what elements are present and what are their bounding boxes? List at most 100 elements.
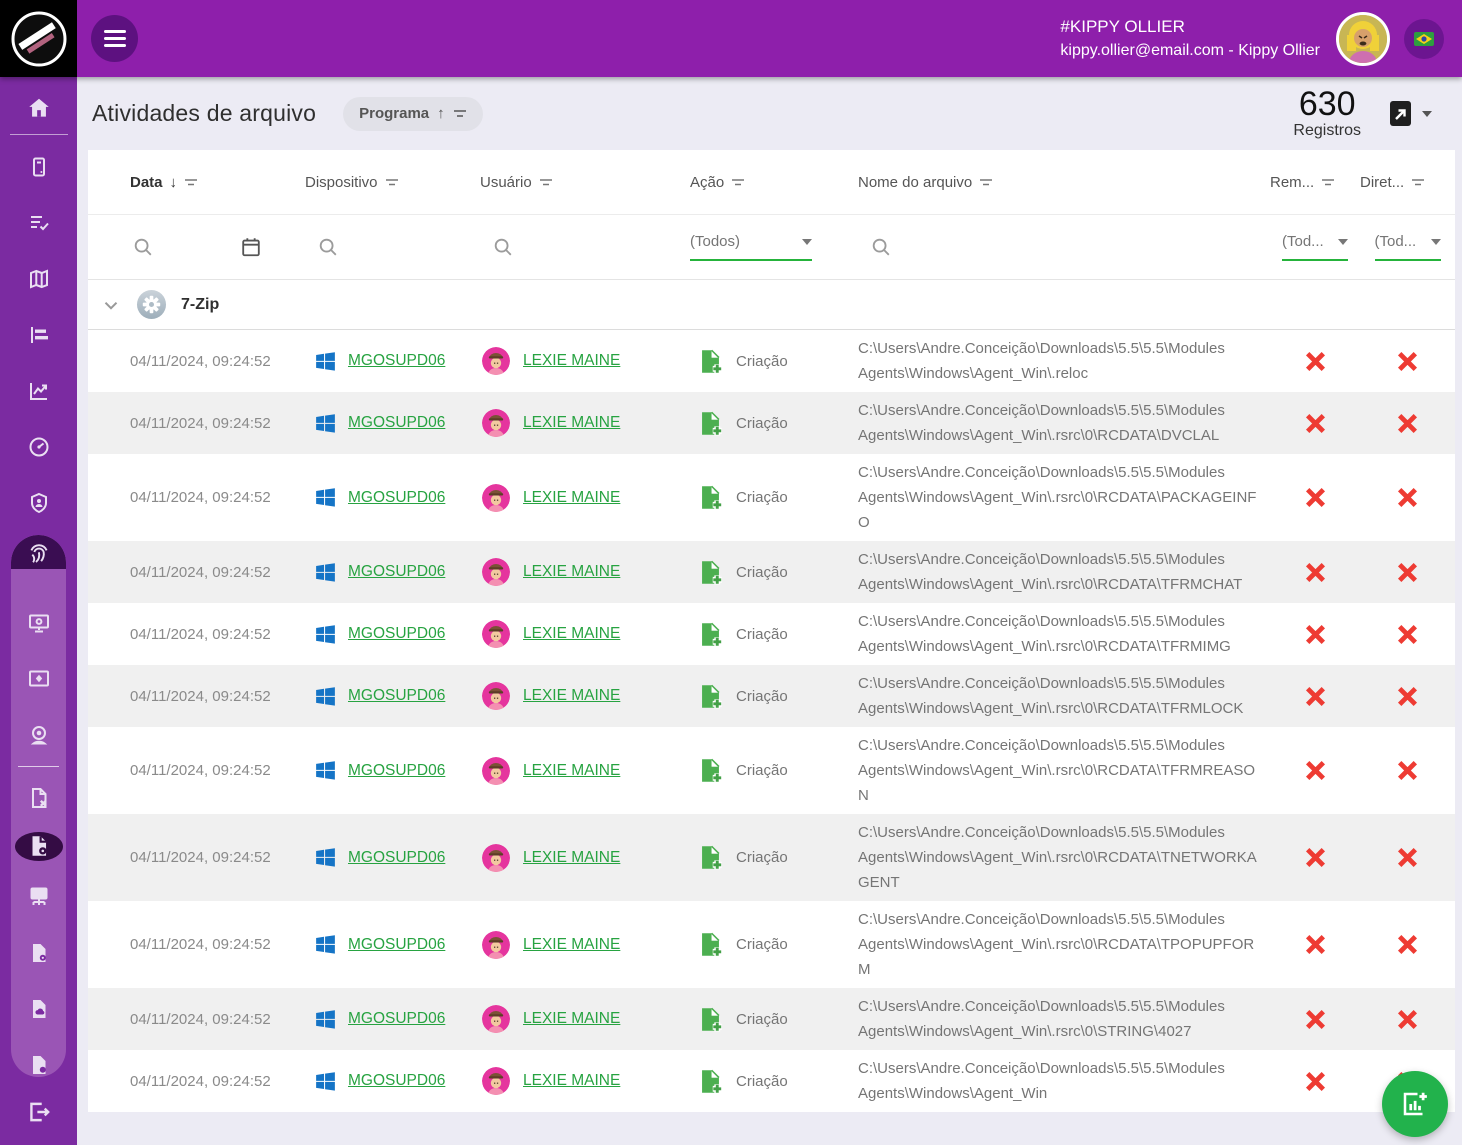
search-icon[interactable] bbox=[132, 236, 154, 258]
row-date: 04/11/2024, 09:24:52 bbox=[130, 415, 271, 432]
chevron-down-icon bbox=[1338, 239, 1348, 245]
device-link[interactable]: MGOSUPD06 bbox=[348, 1010, 445, 1028]
filter-icon[interactable] bbox=[385, 176, 399, 188]
language-button[interactable] bbox=[1404, 19, 1444, 59]
user-link[interactable]: LEXIE MAINE bbox=[523, 1010, 620, 1028]
removed-filter-select[interactable]: (Tod... bbox=[1282, 233, 1348, 261]
directory-filter-select[interactable]: (Tod... bbox=[1375, 233, 1441, 261]
collapse-chevron-icon[interactable] bbox=[100, 294, 122, 316]
file-create-icon bbox=[697, 1068, 724, 1095]
column-header-removido[interactable]: Rem... bbox=[1270, 174, 1360, 191]
file-gear-icon[interactable] bbox=[11, 941, 66, 965]
search-icon[interactable] bbox=[870, 236, 892, 258]
search-icon[interactable] bbox=[317, 236, 339, 258]
network-files-icon[interactable] bbox=[11, 885, 66, 909]
removed-false-icon bbox=[1303, 560, 1328, 585]
file-eye-icon[interactable] bbox=[15, 832, 63, 861]
user-link[interactable]: LEXIE MAINE bbox=[523, 625, 620, 643]
action-label: Criação bbox=[736, 762, 788, 779]
filter-icon[interactable] bbox=[1411, 176, 1425, 188]
device-link[interactable]: MGOSUPD06 bbox=[348, 762, 445, 780]
user-link[interactable]: LEXIE MAINE bbox=[523, 936, 620, 954]
action-label: Criação bbox=[736, 353, 788, 370]
directory-false-icon bbox=[1395, 411, 1420, 436]
user-link[interactable]: LEXIE MAINE bbox=[523, 414, 620, 432]
user-avatar bbox=[482, 931, 510, 959]
device-link[interactable]: MGOSUPD06 bbox=[348, 352, 445, 370]
home-icon[interactable] bbox=[0, 96, 77, 120]
device-link[interactable]: MGOSUPD06 bbox=[348, 936, 445, 954]
group-by-chip[interactable]: Programa ↑ bbox=[343, 97, 483, 131]
row-date: 04/11/2024, 09:24:52 bbox=[130, 762, 271, 779]
filter-icon[interactable] bbox=[539, 176, 553, 188]
column-header-usuario[interactable]: Usuário bbox=[480, 174, 690, 191]
column-header-diretorio[interactable]: Diret... bbox=[1360, 174, 1455, 191]
table-row: 04/11/2024, 09:24:52 MGOSUPD06 bbox=[88, 901, 1455, 988]
add-report-fab[interactable] bbox=[1382, 1071, 1448, 1137]
search-icon[interactable] bbox=[492, 236, 514, 258]
avatar[interactable] bbox=[1336, 12, 1390, 66]
row-date: 04/11/2024, 09:24:52 bbox=[130, 688, 271, 705]
device-link[interactable]: MGOSUPD06 bbox=[348, 414, 445, 432]
table-row: 04/11/2024, 09:24:52 MGOSUPD06 bbox=[88, 665, 1455, 727]
file-extra-icon[interactable] bbox=[11, 1053, 66, 1077]
removed-false-icon bbox=[1303, 349, 1328, 374]
device-link[interactable]: MGOSUPD06 bbox=[348, 625, 445, 643]
action-label: Criação bbox=[736, 936, 788, 953]
screenshot-icon[interactable] bbox=[11, 667, 66, 691]
row-date: 04/11/2024, 09:24:52 bbox=[130, 849, 271, 866]
map-icon[interactable] bbox=[0, 267, 77, 291]
windows-icon bbox=[313, 1069, 338, 1094]
menu-icon[interactable] bbox=[91, 15, 138, 62]
action-label: Criação bbox=[736, 849, 788, 866]
action-filter-select[interactable]: (Todos) bbox=[690, 233, 812, 261]
export-button[interactable] bbox=[1389, 100, 1432, 127]
device-link[interactable]: MGOSUPD06 bbox=[348, 687, 445, 705]
file-path: C:\Users\Andre.Conceição\Downloads\5.5\5… bbox=[858, 547, 1258, 597]
brand-logo-icon bbox=[11, 11, 67, 67]
removed-false-icon bbox=[1303, 1069, 1328, 1094]
row-date: 04/11/2024, 09:24:52 bbox=[130, 1011, 271, 1028]
user-link[interactable]: LEXIE MAINE bbox=[523, 352, 620, 370]
fingerprint-icon[interactable] bbox=[11, 535, 66, 569]
user-link[interactable]: LEXIE MAINE bbox=[523, 489, 620, 507]
file-blocked-icon[interactable] bbox=[11, 786, 66, 810]
removed-false-icon bbox=[1303, 684, 1328, 709]
line-chart-icon[interactable] bbox=[0, 379, 77, 403]
user-link[interactable]: LEXIE MAINE bbox=[523, 1072, 620, 1090]
file-cloud-icon[interactable] bbox=[11, 997, 66, 1021]
user-link[interactable]: LEXIE MAINE bbox=[523, 762, 620, 780]
filter-icon[interactable] bbox=[731, 176, 745, 188]
monitor-eye-icon[interactable] bbox=[11, 611, 66, 635]
user-avatar bbox=[482, 347, 510, 375]
directory-false-icon bbox=[1395, 932, 1420, 957]
column-header-dispositivo[interactable]: Dispositivo bbox=[305, 174, 480, 191]
dashboard-gauge-icon[interactable] bbox=[0, 435, 77, 459]
top-bar: #KIPPY OLLIER kippy.ollier@email.com - K… bbox=[0, 0, 1462, 77]
filter-icon[interactable] bbox=[184, 176, 198, 188]
activity-checklist-icon[interactable] bbox=[0, 211, 77, 235]
webcam-icon[interactable] bbox=[11, 723, 66, 747]
user-info: #KIPPY OLLIER kippy.ollier@email.com - K… bbox=[1060, 14, 1320, 64]
column-header-acao[interactable]: Ação bbox=[690, 174, 858, 191]
user-link[interactable]: LEXIE MAINE bbox=[523, 563, 620, 581]
filter-icon[interactable] bbox=[1321, 176, 1335, 188]
filter-icon[interactable] bbox=[979, 176, 993, 188]
device-link[interactable]: MGOSUPD06 bbox=[348, 489, 445, 507]
device-link[interactable]: MGOSUPD06 bbox=[348, 563, 445, 581]
admin-shield-icon[interactable] bbox=[0, 491, 77, 515]
removed-false-icon bbox=[1303, 1007, 1328, 1032]
user-avatar bbox=[482, 1067, 510, 1095]
file-create-icon bbox=[697, 757, 724, 784]
group-label: 7-Zip bbox=[181, 296, 219, 314]
report-bars-icon[interactable] bbox=[0, 323, 77, 347]
column-header-nome-arquivo[interactable]: Nome do arquivo bbox=[858, 174, 1270, 191]
column-header-data[interactable]: Data ↓ bbox=[88, 174, 305, 191]
user-link[interactable]: LEXIE MAINE bbox=[523, 849, 620, 867]
device-link[interactable]: MGOSUPD06 bbox=[348, 849, 445, 867]
logout-icon[interactable] bbox=[0, 1100, 77, 1124]
calendar-icon[interactable] bbox=[240, 236, 262, 258]
devices-icon[interactable] bbox=[0, 155, 77, 179]
user-link[interactable]: LEXIE MAINE bbox=[523, 687, 620, 705]
device-link[interactable]: MGOSUPD06 bbox=[348, 1072, 445, 1090]
